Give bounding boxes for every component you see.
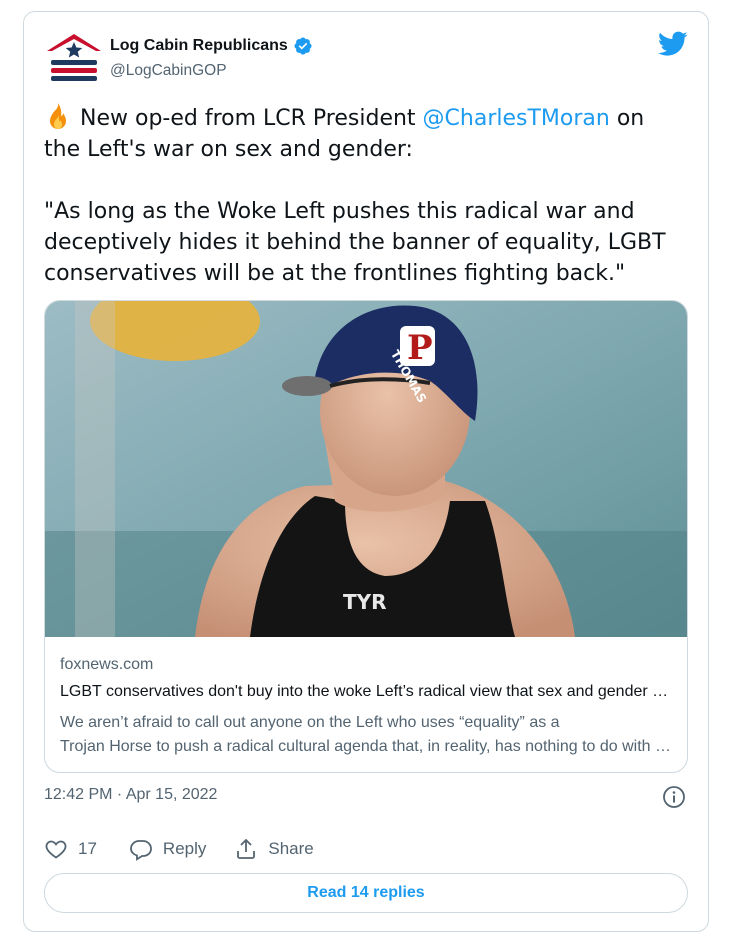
tweet-card: Log Cabin Republicans @LogCabinGOP New o… — [23, 11, 709, 932]
like-count: 17 — [78, 839, 97, 858]
link-description-line-1: We aren’t afraid to call out anyone on t… — [60, 714, 560, 731]
link-preview-card[interactable]: P THOMAS TYR foxnews.com LGBT conservati… — [44, 300, 688, 773]
tweet-actions: 17 Reply Share — [44, 836, 314, 862]
share-icon — [237, 838, 256, 859]
link-description: We aren’t afraid to call out anyone on t… — [60, 711, 672, 759]
link-description-line-2: Trojan Horse to push a radical cultural … — [60, 738, 672, 755]
tweet-paragraph-1: New op-ed from LCR President @CharlesTMo… — [44, 102, 684, 165]
reply-label: Reply — [162, 839, 207, 858]
share-button[interactable]: Share — [234, 837, 314, 861]
author-name[interactable]: Log Cabin Republicans — [110, 37, 288, 55]
svg-text:P: P — [407, 328, 433, 368]
link-preview-image[interactable]: P THOMAS TYR — [45, 301, 688, 637]
read-replies-button[interactable]: Read 14 replies — [44, 873, 688, 913]
link-title[interactable]: LGBT conservatives don't buy into the wo… — [60, 683, 672, 701]
fire-emoji-icon — [50, 103, 66, 129]
author-name-row[interactable]: Log Cabin Republicans — [110, 36, 313, 56]
link-domain[interactable]: foxnews.com — [60, 656, 153, 674]
heart-icon — [45, 840, 67, 859]
tweet-paragraph-2: "As long as the Woke Left pushes this ra… — [44, 199, 666, 286]
share-label: Share — [268, 839, 314, 858]
twitter-bird-icon[interactable] — [658, 31, 688, 57]
house-flag-logo-icon[interactable] — [44, 32, 104, 84]
info-icon[interactable] — [662, 785, 686, 809]
author-handle[interactable]: @LogCabinGOP — [110, 62, 227, 80]
tweet-timestamp[interactable]: 12:42 PM · Apr 15, 2022 — [44, 786, 217, 804]
swimsuit-logo-text: TYR — [343, 590, 387, 614]
tweet-text-intro: New op-ed from LCR President — [80, 106, 423, 131]
reply-bubble-icon — [130, 840, 152, 861]
reply-button[interactable]: Reply — [129, 837, 206, 861]
tweet-text: New op-ed from LCR President @CharlesTMo… — [44, 102, 684, 289]
mention-link[interactable]: @CharlesTMoran — [423, 106, 610, 131]
like-button[interactable]: 17 — [44, 837, 97, 861]
verified-badge-icon — [294, 37, 312, 55]
